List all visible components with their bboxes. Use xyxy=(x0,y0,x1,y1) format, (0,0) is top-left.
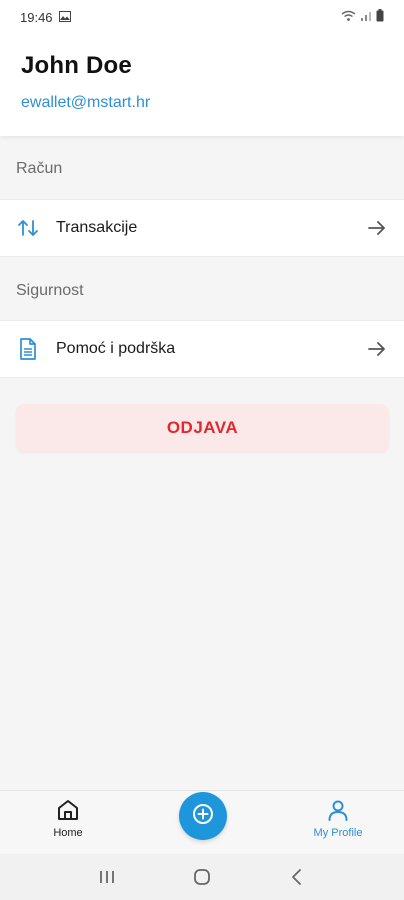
arrow-right-icon xyxy=(366,217,388,239)
profile-email: ewallet@mstart.hr xyxy=(21,94,151,111)
menu-item-label: Pomoć i podrška xyxy=(56,340,176,357)
section-label-sigurnost: Sigurnost xyxy=(16,282,84,299)
recent-apps-button[interactable] xyxy=(92,862,122,892)
image-icon xyxy=(58,10,71,25)
nav-my-profile[interactable]: My Profile xyxy=(298,797,378,839)
arrow-right-icon xyxy=(366,338,388,360)
back-button[interactable] xyxy=(282,862,312,892)
add-button[interactable] xyxy=(179,792,227,840)
home-system-button[interactable] xyxy=(187,862,217,892)
transfer-arrows-icon xyxy=(16,216,40,240)
profile-header: John Doe ewallet@mstart.hr xyxy=(0,34,404,136)
section-label-racun: Račun xyxy=(16,160,63,177)
logout-button[interactable]: ODJAVA xyxy=(16,404,389,452)
system-nav-bar xyxy=(0,854,404,900)
menu-item-help-support[interactable]: Pomoć i podrška xyxy=(0,320,404,378)
plus-circle-icon xyxy=(191,802,215,831)
status-time: 19:46 xyxy=(20,9,53,25)
menu-item-transactions[interactable]: Transakcije xyxy=(0,199,404,257)
home-icon xyxy=(55,797,81,823)
nav-home-label: Home xyxy=(53,827,83,839)
battery-icon xyxy=(376,9,384,25)
wifi-icon xyxy=(341,10,356,25)
nav-profile-label: My Profile xyxy=(313,827,363,839)
document-icon xyxy=(16,337,40,361)
menu-item-label: Transakcije xyxy=(56,219,138,236)
signal-icon xyxy=(360,10,372,25)
nav-home[interactable]: Home xyxy=(28,797,108,839)
status-bar: 19:46 xyxy=(0,0,404,34)
user-icon xyxy=(325,797,351,823)
profile-name: John Doe xyxy=(21,52,132,79)
logout-label: ODJAVA xyxy=(166,418,239,437)
